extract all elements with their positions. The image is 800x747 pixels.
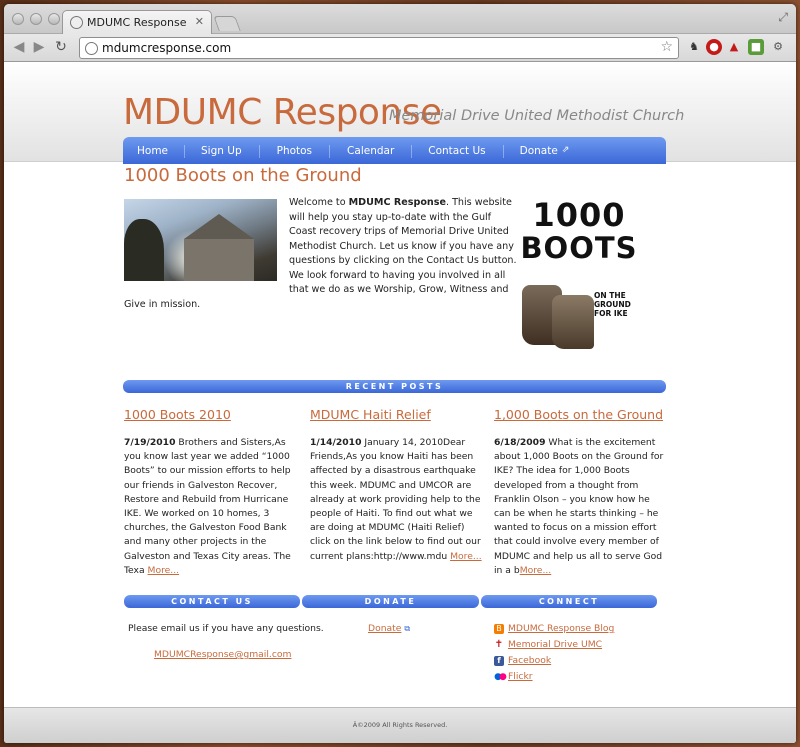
new-tab-button[interactable] bbox=[213, 16, 241, 31]
post-more-link[interactable]: More... bbox=[148, 565, 180, 576]
contact-email-container: MDUMCResponse@gmail.com bbox=[154, 649, 291, 660]
tab-bar: MDUMC Response ✕ ⤢ bbox=[4, 4, 796, 35]
page-title: 1000 Boots on the Ground bbox=[124, 165, 362, 186]
bookmark-star-icon[interactable]: ☆ bbox=[660, 39, 673, 55]
post-date: 7/19/2010 bbox=[124, 437, 176, 448]
post-title[interactable]: MDUMC Haiti Relief bbox=[310, 407, 485, 422]
welcome-pre: Welcome to bbox=[289, 197, 349, 208]
adblock-icon[interactable]: ● bbox=[706, 39, 722, 55]
nav-calendar[interactable]: Calendar bbox=[330, 137, 411, 164]
connect-item: f Facebook bbox=[494, 655, 551, 666]
post-body: 7/19/2010 Brothers and Sisters,As you kn… bbox=[124, 436, 299, 578]
window-controls bbox=[12, 13, 60, 25]
connect-link-facebook[interactable]: Facebook bbox=[508, 655, 551, 666]
connect-link-blog[interactable]: MDUMC Response Blog bbox=[508, 623, 614, 634]
globe-icon bbox=[70, 16, 83, 29]
flickr-icon: ●● bbox=[494, 671, 507, 682]
connect-item: ●● Flickr bbox=[494, 671, 533, 682]
address-bar[interactable]: mdumcresponse.com ☆ bbox=[79, 37, 679, 59]
globe-icon bbox=[85, 42, 98, 55]
tab-close-icon[interactable]: ✕ bbox=[195, 15, 204, 28]
evernote-icon[interactable]: ■ bbox=[748, 39, 764, 55]
donate-link[interactable]: Donate bbox=[368, 623, 401, 634]
connect-link-flickr[interactable]: Flickr bbox=[508, 671, 533, 682]
boots-logo-number: 1000 bbox=[532, 196, 626, 234]
welcome-bold: MDUMC Response bbox=[348, 197, 446, 208]
post-body: 1/14/2010 January 14, 2010Dear Friends,A… bbox=[310, 436, 485, 564]
connect-item: ✝ Memorial Drive UMC bbox=[494, 639, 602, 650]
post-date: 6/18/2009 bbox=[494, 437, 546, 448]
post-more-link[interactable]: More... bbox=[520, 565, 552, 576]
url-text: mdumcresponse.com bbox=[102, 41, 232, 55]
donate-heading: DONATE bbox=[302, 595, 479, 608]
contact-text: Please email us if you have any question… bbox=[128, 623, 324, 634]
reload-icon[interactable]: ↻ bbox=[52, 39, 70, 55]
post-excerpt: Brothers and Sisters,As you know last ye… bbox=[124, 437, 291, 576]
site-footer: Â©2009 All Rights Reserved. bbox=[4, 707, 796, 743]
post-item: 1,000 Boots on the Ground 6/18/2009 What… bbox=[494, 407, 669, 578]
contact-email-link[interactable]: MDUMCResponse@gmail.com bbox=[154, 649, 291, 660]
connect-item: B MDUMC Response Blog bbox=[494, 623, 614, 634]
zoom-window-button[interactable] bbox=[48, 13, 60, 25]
welcome-text: Welcome to MDUMC Response. This website … bbox=[124, 196, 519, 312]
external-link-icon: ⇗ bbox=[561, 145, 570, 155]
page-viewport: MDUMC Response Memorial Drive United Met… bbox=[4, 62, 796, 743]
fullscreen-icon[interactable]: ⤢ bbox=[778, 10, 788, 25]
contact-heading: CONTACT US bbox=[124, 595, 300, 608]
boot-image bbox=[552, 295, 594, 349]
post-excerpt: What is the excitement about 1,000 Boots… bbox=[494, 437, 664, 576]
facebook-icon: f bbox=[494, 655, 504, 666]
nav-home[interactable]: Home bbox=[123, 137, 184, 164]
boots-logo-word: BOOTS bbox=[520, 231, 638, 265]
wrench-icon[interactable]: ⚙ bbox=[770, 39, 786, 55]
main-nav: Home Sign Up Photos Calendar Contact Us … bbox=[123, 137, 666, 164]
minimize-window-button[interactable] bbox=[30, 13, 42, 25]
browser-toolbar: ◀ ▶ ↻ mdumcresponse.com ☆ ♞ ● ▲ ■ ⚙ bbox=[4, 34, 796, 62]
post-more-link[interactable]: More... bbox=[450, 551, 482, 562]
tab-active[interactable]: MDUMC Response ✕ bbox=[62, 10, 212, 35]
post-title[interactable]: 1,000 Boots on the Ground bbox=[494, 407, 669, 422]
connect-heading: CONNECT bbox=[481, 595, 657, 608]
tab-title: MDUMC Response bbox=[87, 16, 187, 29]
post-title[interactable]: 1000 Boots 2010 bbox=[124, 407, 299, 422]
post-item: MDUMC Haiti Relief 1/14/2010 January 14,… bbox=[310, 407, 485, 564]
extension-car-icon[interactable]: ▲ bbox=[726, 39, 742, 55]
bookmarklet-icon[interactable]: ♞ bbox=[686, 39, 702, 55]
close-window-button[interactable] bbox=[12, 13, 24, 25]
post-body: 6/18/2009 What is the excitement about 1… bbox=[494, 436, 669, 578]
boots-logo-tagline: ON THE GROUND FOR IKE bbox=[594, 291, 631, 318]
site-subtitle: Memorial Drive United Methodist Church bbox=[389, 108, 685, 124]
nav-sign-up[interactable]: Sign Up bbox=[185, 137, 259, 164]
connect-link-umc[interactable]: Memorial Drive UMC bbox=[508, 639, 602, 650]
copyright-text: Â©2009 All Rights Reserved. bbox=[352, 721, 448, 729]
1000-boots-logo: 1000 BOOTS ON THE GROUND FOR IKE bbox=[514, 199, 644, 354]
post-excerpt: January 14, 2010Dear Friends,As you know… bbox=[310, 437, 481, 562]
nav-donate[interactable]: Donate bbox=[504, 137, 562, 164]
post-item: 1000 Boots 2010 7/19/2010 Brothers and S… bbox=[124, 407, 299, 578]
post-date: 1/14/2010 bbox=[310, 437, 362, 448]
external-link-icon: ⧉ bbox=[404, 624, 411, 633]
nav-contact-us[interactable]: Contact Us bbox=[412, 137, 502, 164]
nav-photos[interactable]: Photos bbox=[260, 137, 329, 164]
blogger-icon: B bbox=[494, 623, 504, 634]
umc-cross-icon: ✝ bbox=[494, 638, 504, 650]
donate-container: Donate ⧉ bbox=[368, 623, 410, 634]
recent-posts-heading: RECENT POSTS bbox=[123, 380, 666, 393]
browser-window: MDUMC Response ✕ ⤢ ◀ ▶ ↻ mdumcresponse.c… bbox=[4, 4, 796, 743]
forward-icon[interactable]: ▶ bbox=[30, 39, 48, 55]
back-icon[interactable]: ◀ bbox=[10, 39, 28, 55]
